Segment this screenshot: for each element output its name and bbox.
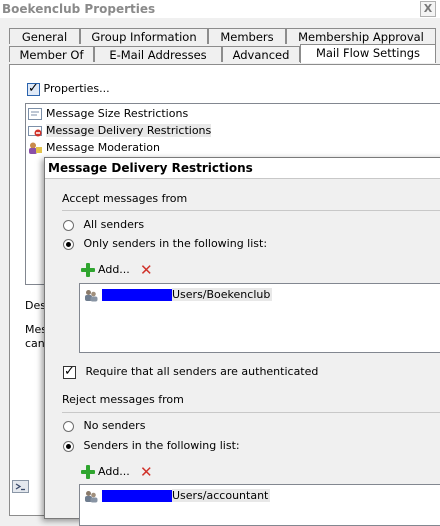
window-title-bar: Boekenclub Properties X	[0, 0, 440, 18]
radio-label: Senders in the following list:	[83, 439, 240, 452]
add-icon	[81, 465, 95, 479]
accept-remove-button[interactable]: ✕	[140, 262, 153, 278]
reject-heading: Reject messages from	[62, 393, 184, 406]
tab-members[interactable]: Members	[208, 28, 286, 44]
dialog-title: Message Delivery Restrictions	[45, 158, 440, 179]
properties-button[interactable]: Properties...	[27, 81, 110, 97]
add-icon	[81, 263, 95, 277]
require-auth-checkbox-control[interactable]	[63, 364, 76, 379]
checkbox-label: Require that all senders are authenticat…	[85, 365, 319, 378]
radio-senders-list-control[interactable]	[63, 440, 74, 452]
radio-label: All senders	[83, 218, 145, 231]
tab-email-addresses[interactable]: E-Mail Addresses	[94, 46, 222, 62]
radio-only-senders[interactable]: Only senders in the following list:	[63, 237, 267, 250]
reject-senders-list[interactable]: Users/accountant	[79, 484, 440, 526]
shell-command-icon[interactable]	[12, 478, 30, 494]
list-item[interactable]: Users/accountant	[84, 488, 271, 504]
delivery-restrictions-dialog: Message Delivery Restrictions Accept mes…	[44, 157, 440, 526]
properties-label: Properties...	[43, 82, 110, 95]
list-item-label: Message Moderation	[46, 141, 161, 154]
list-item[interactable]: Users/Boekenclub	[84, 287, 273, 303]
tab-advanced[interactable]: Advanced	[222, 46, 300, 62]
redacted-name	[102, 289, 172, 301]
tab-general[interactable]: General	[9, 28, 80, 44]
add-label: Add...	[98, 465, 130, 478]
radio-label: No senders	[83, 419, 146, 432]
delivery-restrictions-icon	[28, 125, 42, 137]
radio-label: Only senders in the following list:	[83, 237, 268, 250]
add-label: Add...	[98, 263, 130, 276]
close-button[interactable]: X	[420, 1, 436, 17]
divider	[62, 210, 440, 211]
tab-member-of[interactable]: Member Of	[9, 46, 94, 62]
radio-all-senders-control[interactable]	[63, 219, 74, 231]
radio-all-senders[interactable]: All senders	[63, 218, 144, 231]
list-item-label: Message Size Restrictions	[46, 107, 189, 120]
sender-path: Users/accountant	[172, 489, 271, 502]
list-item-label: Message Delivery Restrictions	[46, 124, 212, 137]
moderation-icon	[28, 142, 42, 154]
tab-membership-approval[interactable]: Membership Approval	[286, 28, 436, 44]
list-item[interactable]: Message Delivery Restrictions	[28, 123, 212, 139]
divider	[62, 412, 440, 413]
radio-no-senders[interactable]: No senders	[63, 419, 145, 432]
reject-add-button[interactable]: Add...	[81, 464, 130, 480]
user-group-icon	[84, 289, 98, 302]
redacted-name	[102, 490, 172, 502]
size-restrictions-icon	[28, 108, 42, 120]
accept-senders-list[interactable]: Users/Boekenclub	[79, 283, 440, 353]
sender-path: Users/Boekenclub	[172, 288, 273, 301]
tab-group-information[interactable]: Group Information	[80, 28, 208, 44]
radio-only-senders-control[interactable]	[63, 238, 74, 250]
properties-icon	[27, 81, 40, 97]
description-label: Des	[25, 299, 46, 312]
window-title: Boekenclub Properties	[2, 2, 156, 16]
accept-heading: Accept messages from	[62, 192, 188, 205]
list-item[interactable]: Message Size Restrictions	[28, 106, 188, 122]
radio-senders-list[interactable]: Senders in the following list:	[63, 439, 240, 452]
accept-add-button[interactable]: Add...	[81, 262, 130, 278]
user-group-icon	[84, 490, 98, 503]
require-auth-checkbox[interactable]: Require that all senders are authenticat…	[63, 364, 319, 379]
list-item[interactable]: Message Moderation	[28, 140, 160, 156]
tab-mail-flow-settings[interactable]: Mail Flow Settings	[300, 44, 436, 63]
radio-no-senders-control[interactable]	[63, 420, 74, 432]
reject-remove-button[interactable]: ✕	[140, 464, 153, 480]
